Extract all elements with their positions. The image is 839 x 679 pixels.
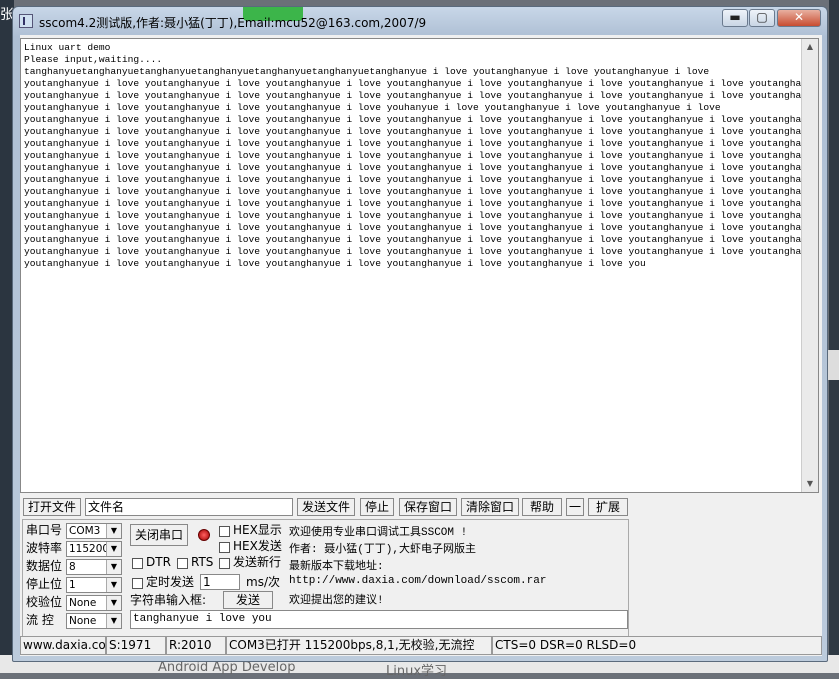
chevron-down-icon[interactable]: ▼ — [106, 578, 121, 592]
hex-display-label: HEX显示 — [233, 523, 282, 537]
port-label: 串口号 — [26, 523, 63, 537]
info-suggestion: 欢迎提出您的建议! — [289, 595, 384, 607]
vertical-scrollbar[interactable]: ▲ ▼ — [801, 39, 818, 492]
flow-label: 流 控 — [26, 613, 54, 627]
baud-label: 波特率 — [26, 541, 63, 555]
clear-window-button[interactable]: 清除窗口 — [461, 498, 519, 516]
chevron-down-icon[interactable]: ▼ — [106, 560, 121, 574]
scroll-up-arrow-icon[interactable]: ▲ — [802, 39, 818, 55]
separator-button[interactable]: 一 — [566, 498, 584, 516]
client-area: Linux uart demo Please input,waiting....… — [20, 35, 822, 656]
hex-send-label: HEX发送 — [233, 539, 282, 553]
parity-label: 校验位 — [26, 595, 63, 609]
info-panel: 欢迎使用专业串口调试工具SSCOM ! 作者: 聂小猛(丁丁),大虾电子网版主 … — [286, 521, 626, 607]
chevron-down-icon[interactable]: ▼ — [106, 542, 121, 556]
expand-button[interactable]: 扩展 — [588, 498, 628, 516]
parity-value: None — [69, 597, 97, 609]
send-file-button[interactable]: 发送文件 — [297, 498, 355, 516]
maximize-button[interactable]: ▢ — [749, 9, 775, 27]
parity-select[interactable]: None ▼ — [66, 595, 122, 611]
rts-label: RTS — [191, 555, 214, 569]
receive-textarea[interactable]: Linux uart demo Please input,waiting....… — [20, 38, 819, 493]
send-newline-label: 发送新行 — [233, 555, 282, 569]
chevron-down-icon[interactable]: ▼ — [106, 596, 121, 610]
status-received-count: R:2010 — [166, 636, 226, 655]
hex-send-checkbox[interactable] — [219, 542, 230, 553]
minimize-button[interactable]: ▬ — [722, 9, 748, 27]
chevron-down-icon[interactable]: ▼ — [106, 524, 121, 538]
sscom-window: sscom4.2测试版,作者:聂小猛(丁丁),Email:mcu52@163.c… — [12, 6, 828, 662]
file-name-field[interactable]: 文件名 — [85, 498, 293, 516]
info-download-url[interactable]: http://www.daxia.com/download/sscom.rar — [289, 575, 546, 587]
string-input-label: 字符串输入框: — [130, 593, 207, 607]
desktop-right-strip — [829, 0, 839, 673]
stopbits-value: 1 — [69, 579, 76, 591]
databits-select[interactable]: 8 ▼ — [66, 559, 122, 575]
timed-send-checkbox[interactable] — [132, 578, 143, 589]
scroll-down-arrow-icon[interactable]: ▼ — [802, 476, 818, 492]
status-signals: CTS=0 DSR=0 RLSD=0 — [492, 636, 822, 655]
port-status-led-icon — [198, 529, 210, 541]
stopbits-select[interactable]: 1 ▼ — [66, 577, 122, 593]
send-newline-checkbox[interactable] — [219, 558, 230, 569]
info-download-label: 最新版本下载地址: — [289, 561, 384, 573]
timed-send-label: 定时发送 — [146, 575, 195, 589]
close-port-button[interactable]: 关闭串口 — [130, 524, 188, 546]
info-author: 作者: 聂小猛(丁丁),大虾电子网版主 — [289, 544, 477, 556]
close-button[interactable]: ✕ — [777, 9, 821, 27]
help-button[interactable]: 帮助 — [522, 498, 562, 516]
rts-checkbox[interactable] — [177, 558, 188, 569]
interval-input[interactable]: 1 — [200, 574, 240, 590]
databits-value: 8 — [69, 561, 76, 573]
baud-value: 115200 — [69, 543, 110, 555]
status-bar: www.daxia.com S:1971 R:2010 COM3已打开 1152… — [20, 636, 822, 656]
stopbits-label: 停止位 — [26, 577, 63, 591]
status-sent-count: S:1971 — [106, 636, 166, 655]
app-icon[interactable] — [19, 14, 33, 28]
port-select[interactable]: COM3 ▼ — [66, 523, 122, 539]
save-window-button[interactable]: 保存窗口 — [399, 498, 457, 516]
desktop-right-panel — [828, 350, 839, 380]
send-text-input[interactable]: tanghanyue i love you — [130, 610, 628, 629]
open-file-button[interactable]: 打开文件 — [23, 498, 81, 516]
databits-label: 数据位 — [26, 559, 63, 573]
background-tab-linux[interactable]: Linux学习 — [386, 660, 447, 679]
hex-display-checkbox[interactable] — [219, 526, 230, 537]
baud-select[interactable]: 115200 ▼ — [66, 541, 122, 557]
stop-button[interactable]: 停止 — [360, 498, 394, 516]
status-port-state: COM3已打开 115200bps,8,1,无校验,无流控 — [226, 636, 492, 655]
interval-unit-label: ms/次 — [246, 575, 280, 589]
info-welcome: 欢迎使用专业串口调试工具SSCOM ! — [289, 527, 468, 539]
window-title: sscom4.2测试版,作者:聂小猛(丁丁),Email:mcu52@163.c… — [39, 16, 427, 30]
flow-value: None — [69, 615, 97, 627]
dtr-checkbox[interactable] — [132, 558, 143, 569]
send-button[interactable]: 发送 — [223, 591, 273, 609]
dtr-label: DTR — [146, 555, 171, 569]
port-value: COM3 — [69, 525, 101, 537]
status-website: www.daxia.com — [20, 636, 117, 655]
flow-select[interactable]: None ▼ — [66, 613, 122, 629]
chevron-down-icon[interactable]: ▼ — [106, 614, 121, 628]
receive-text: Linux uart demo Please input,waiting....… — [24, 42, 819, 269]
